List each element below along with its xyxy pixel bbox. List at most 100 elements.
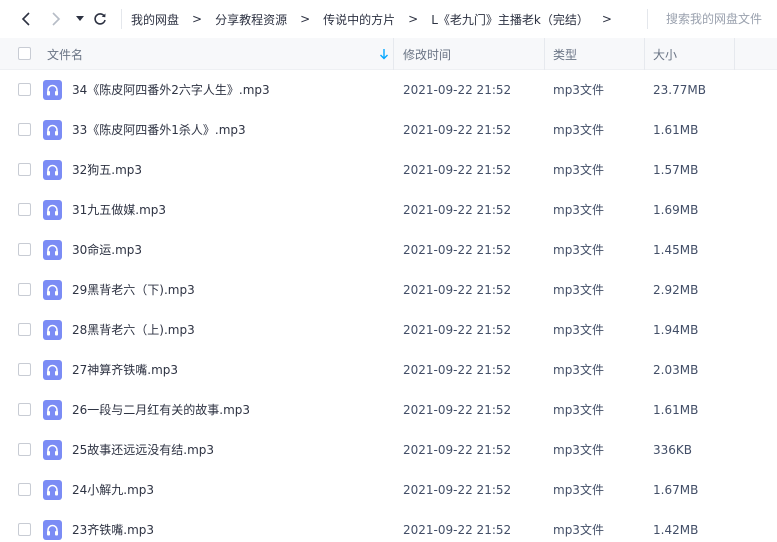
file-modified-time: 2021-09-22 21:52 — [403, 523, 512, 537]
file-modified-time: 2021-09-22 21:52 — [403, 283, 512, 297]
file-name[interactable]: 28黑背老六（上).mp3 — [72, 310, 195, 350]
file-modified-time: 2021-09-22 21:52 — [403, 203, 512, 217]
audio-file-icon — [43, 240, 62, 260]
breadcrumb-item-current[interactable]: L《老九门》主播老k（完结） — [431, 11, 589, 28]
file-type: mp3文件 — [553, 163, 604, 177]
row-checkbox[interactable] — [18, 123, 31, 136]
file-size: 1.94MB — [653, 323, 699, 337]
breadcrumb-separator: > — [601, 12, 612, 26]
file-size: 1.61MB — [653, 123, 699, 137]
column-header-type[interactable]: 类型 — [553, 38, 577, 70]
breadcrumb-item-shared-resources[interactable]: 分享教程资源 — [215, 11, 287, 28]
column-divider[interactable] — [544, 38, 545, 70]
file-modified-time: 2021-09-22 21:52 — [403, 163, 512, 177]
file-size: 1.69MB — [653, 203, 699, 217]
table-row[interactable]: 29黑背老六（下).mp3 2021-09-22 21:52 mp3文件 2.9… — [0, 270, 777, 310]
audio-file-icon — [43, 480, 62, 500]
file-size: 1.45MB — [653, 243, 699, 257]
table-row[interactable]: 23齐铁嘴.mp3 2021-09-22 21:52 mp3文件 1.42MB — [0, 510, 777, 542]
file-name[interactable]: 33《陈皮阿四番外1杀人》.mp3 — [72, 110, 246, 150]
table-row[interactable]: 30命运.mp3 2021-09-22 21:52 mp3文件 1.45MB — [0, 230, 777, 270]
file-type: mp3文件 — [553, 363, 604, 377]
table-row[interactable]: 27神算齐铁嘴.mp3 2021-09-22 21:52 mp3文件 2.03M… — [0, 350, 777, 390]
audio-file-icon — [43, 280, 62, 300]
column-header-name[interactable]: 文件名 — [47, 38, 83, 70]
file-size: 2.03MB — [653, 363, 699, 377]
table-row[interactable]: 25故事还远远没有结.mp3 2021-09-22 21:52 mp3文件 33… — [0, 430, 777, 470]
audio-file-icon — [43, 160, 62, 180]
file-modified-time: 2021-09-22 21:52 — [403, 483, 512, 497]
audio-file-icon — [43, 520, 62, 540]
row-checkbox[interactable] — [18, 323, 31, 336]
file-type: mp3文件 — [553, 403, 604, 417]
column-header-size[interactable]: 大小 — [653, 38, 677, 70]
file-name[interactable]: 29黑背老六（下).mp3 — [72, 270, 195, 310]
file-type: mp3文件 — [553, 483, 604, 497]
table-row[interactable]: 28黑背老六（上).mp3 2021-09-22 21:52 mp3文件 1.9… — [0, 310, 777, 350]
file-type: mp3文件 — [553, 443, 604, 457]
breadcrumb: 我的网盘 > 分享教程资源 > 传说中的方片 > L《老九门》主播老k（完结） … — [131, 0, 625, 38]
table-row[interactable]: 26一段与二月红有关的故事.mp3 2021-09-22 21:52 mp3文件… — [0, 390, 777, 430]
file-type: mp3文件 — [553, 283, 604, 297]
chevron-right-icon[interactable] — [46, 9, 66, 29]
select-all-checkbox[interactable] — [18, 47, 31, 60]
file-modified-time: 2021-09-22 21:52 — [403, 83, 512, 97]
row-checkbox[interactable] — [18, 163, 31, 176]
table-row[interactable]: 33《陈皮阿四番外1杀人》.mp3 2021-09-22 21:52 mp3文件… — [0, 110, 777, 150]
file-modified-time: 2021-09-22 21:52 — [403, 243, 512, 257]
file-modified-time: 2021-09-22 21:52 — [403, 123, 512, 137]
file-size: 1.61MB — [653, 403, 699, 417]
file-name[interactable]: 30命运.mp3 — [72, 230, 142, 270]
table-header: 文件名 修改时间 类型 大小 — [0, 38, 777, 70]
column-divider[interactable] — [393, 38, 394, 70]
column-divider[interactable] — [644, 38, 645, 70]
audio-file-icon — [43, 440, 62, 460]
chevron-left-icon[interactable] — [16, 9, 36, 29]
row-checkbox[interactable] — [18, 283, 31, 296]
file-type: mp3文件 — [553, 203, 604, 217]
table-row[interactable]: 34《陈皮阿四番外2六字人生》.mp3 2021-09-22 21:52 mp3… — [0, 70, 777, 110]
file-name[interactable]: 31九五做媒.mp3 — [72, 190, 166, 230]
sort-down-arrow-icon[interactable] — [378, 48, 390, 60]
file-name[interactable]: 23齐铁嘴.mp3 — [72, 510, 154, 542]
table-row[interactable]: 24小解九.mp3 2021-09-22 21:52 mp3文件 1.67MB — [0, 470, 777, 510]
table-row[interactable]: 31九五做媒.mp3 2021-09-22 21:52 mp3文件 1.69MB — [0, 190, 777, 230]
row-checkbox[interactable] — [18, 203, 31, 216]
file-type: mp3文件 — [553, 83, 604, 97]
refresh-icon[interactable] — [90, 9, 110, 29]
file-size: 2.92MB — [653, 283, 699, 297]
search-input[interactable] — [666, 12, 776, 26]
table-row[interactable]: 32狗五.mp3 2021-09-22 21:52 mp3文件 1.57MB — [0, 150, 777, 190]
row-checkbox[interactable] — [18, 363, 31, 376]
file-modified-time: 2021-09-22 21:52 — [403, 363, 512, 377]
file-type: mp3文件 — [553, 123, 604, 137]
file-name[interactable]: 34《陈皮阿四番外2六字人生》.mp3 — [72, 70, 270, 110]
breadcrumb-item-my-drive[interactable]: 我的网盘 — [131, 11, 179, 28]
row-checkbox[interactable] — [18, 403, 31, 416]
breadcrumb-separator: > — [408, 12, 419, 26]
file-name[interactable]: 32狗五.mp3 — [72, 150, 142, 190]
column-divider[interactable] — [734, 38, 735, 70]
file-modified-time: 2021-09-22 21:52 — [403, 443, 512, 457]
file-name[interactable]: 25故事还远远没有结.mp3 — [72, 430, 214, 470]
audio-file-icon — [43, 320, 62, 340]
file-name[interactable]: 24小解九.mp3 — [72, 470, 154, 510]
file-size: 1.57MB — [653, 163, 699, 177]
search-box — [647, 9, 777, 29]
divider — [121, 9, 122, 29]
row-checkbox[interactable] — [18, 83, 31, 96]
column-header-modified[interactable]: 修改时间 — [403, 38, 451, 70]
file-name[interactable]: 26一段与二月红有关的故事.mp3 — [72, 390, 250, 430]
row-checkbox[interactable] — [18, 523, 31, 536]
breadcrumb-item-folder[interactable]: 传说中的方片 — [323, 11, 395, 28]
file-name[interactable]: 27神算齐铁嘴.mp3 — [72, 350, 178, 390]
row-checkbox[interactable] — [18, 483, 31, 496]
file-modified-time: 2021-09-22 21:52 — [403, 323, 512, 337]
caret-down-icon[interactable] — [70, 9, 90, 29]
file-modified-time: 2021-09-22 21:52 — [403, 403, 512, 417]
row-checkbox[interactable] — [18, 243, 31, 256]
audio-file-icon — [43, 120, 62, 140]
file-type: mp3文件 — [553, 323, 604, 337]
file-list: 34《陈皮阿四番外2六字人生》.mp3 2021-09-22 21:52 mp3… — [0, 70, 777, 542]
row-checkbox[interactable] — [18, 443, 31, 456]
